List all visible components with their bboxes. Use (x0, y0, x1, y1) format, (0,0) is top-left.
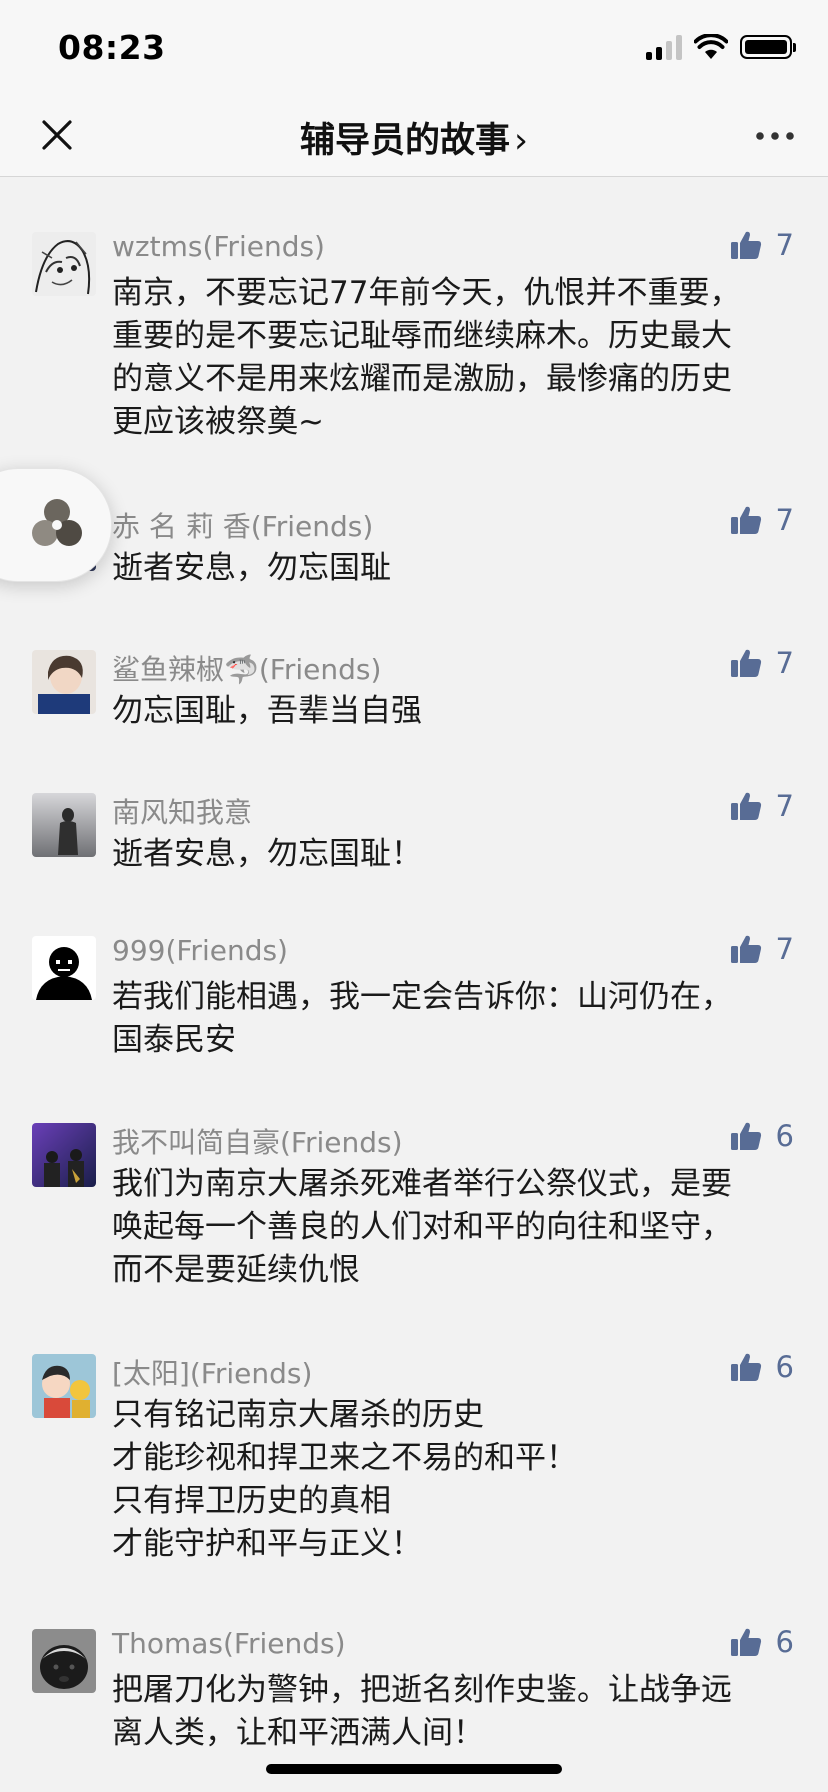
avatar[interactable] (32, 1354, 96, 1418)
thumbs-up-icon (730, 506, 761, 534)
nav-bar: 辅导员的故事 › (0, 100, 828, 177)
more-icon[interactable] (752, 118, 798, 154)
cellular-signal-icon (646, 34, 682, 60)
like-button[interactable]: 7 (730, 646, 794, 680)
like-button[interactable]: 6 (730, 1625, 794, 1659)
comment-author: 赤 名 莉 香(Friends) (112, 510, 374, 543)
like-button[interactable]: 7 (730, 789, 794, 823)
status-icons (646, 34, 796, 60)
like-button[interactable]: 6 (730, 1119, 794, 1153)
comment-text: 勿忘国耻，吾辈当自强 (112, 693, 422, 729)
comment-text: 我们为南京大屠杀死难者举行公祭仪式，是要 唤起每一个善良的人们对和平的向往和坚守… (112, 1166, 732, 1288)
avatar[interactable] (32, 936, 96, 1000)
avatar[interactable] (32, 232, 96, 296)
comment-text: 南京，不要忘记77年前今天，仇恨并不重要， 重要的是不要忘记耻辱而继续麻木。历史… (112, 275, 741, 440)
thumbs-up-icon (730, 1628, 761, 1656)
comment-text: 逝者安息，勿忘国耻！ (112, 836, 422, 872)
comment-author: wztms(Friends) (112, 230, 325, 263)
floating-window-icon (32, 499, 82, 546)
comment-author: 鲨鱼辣椒🦈(Friends) (112, 653, 382, 686)
thumbs-up-icon (730, 792, 761, 820)
page-title-text: 辅导员的故事 (299, 121, 510, 161)
like-count: 7 (775, 932, 794, 966)
like-count: 7 (775, 503, 794, 537)
avatar[interactable] (32, 1123, 96, 1187)
thumbs-up-icon (730, 935, 761, 963)
thumbs-up-icon (730, 231, 761, 259)
avatar[interactable] (32, 793, 96, 857)
comment-author: 我不叫简自豪(Friends) (112, 1126, 403, 1159)
comment-author: 999(Friends) (112, 934, 288, 967)
page-title[interactable]: 辅导员的故事 › (0, 112, 828, 163)
like-count: 6 (775, 1625, 794, 1659)
home-indicator (266, 1764, 562, 1774)
status-bar: 08:23 (0, 0, 828, 100)
comment-text: 把屠刀化为警钟，把逝名刻作史鉴。让战争远 离人类，让和平洒满人间！ (112, 1672, 732, 1751)
like-count: 7 (775, 228, 794, 262)
like-count: 6 (775, 1350, 794, 1384)
wifi-icon (694, 34, 728, 59)
avatar[interactable] (32, 1629, 96, 1693)
floating-window-button[interactable] (0, 468, 112, 582)
comment-text: 若我们能相遇，我一定会告诉你：山河仍在， 国泰民安 (112, 979, 732, 1058)
comment-text: 只有铭记南京大屠杀的历史 才能珍视和捍卫来之不易的和平！ 只有捍卫历史的真相 才… (112, 1397, 577, 1562)
thumbs-up-icon (730, 1353, 761, 1381)
like-count: 6 (775, 1119, 794, 1153)
thumbs-up-icon (730, 1122, 761, 1150)
like-count: 7 (775, 646, 794, 680)
avatar[interactable] (32, 650, 96, 714)
like-button[interactable]: 7 (730, 503, 794, 537)
like-button[interactable]: 7 (730, 932, 794, 966)
comment-author: [太阳](Friends) (112, 1357, 313, 1390)
battery-icon (740, 35, 796, 59)
like-button[interactable]: 6 (730, 1350, 794, 1384)
comment-author: 南风知我意 (112, 796, 253, 829)
comment-text: 逝者安息，勿忘国耻 (112, 550, 391, 586)
like-button[interactable]: 7 (730, 228, 794, 262)
status-time: 08:23 (58, 28, 166, 67)
thumbs-up-icon (730, 649, 761, 677)
chevron-right-icon: › (514, 121, 528, 161)
comment-author: Thomas(Friends) (112, 1627, 346, 1660)
like-count: 7 (775, 789, 794, 823)
